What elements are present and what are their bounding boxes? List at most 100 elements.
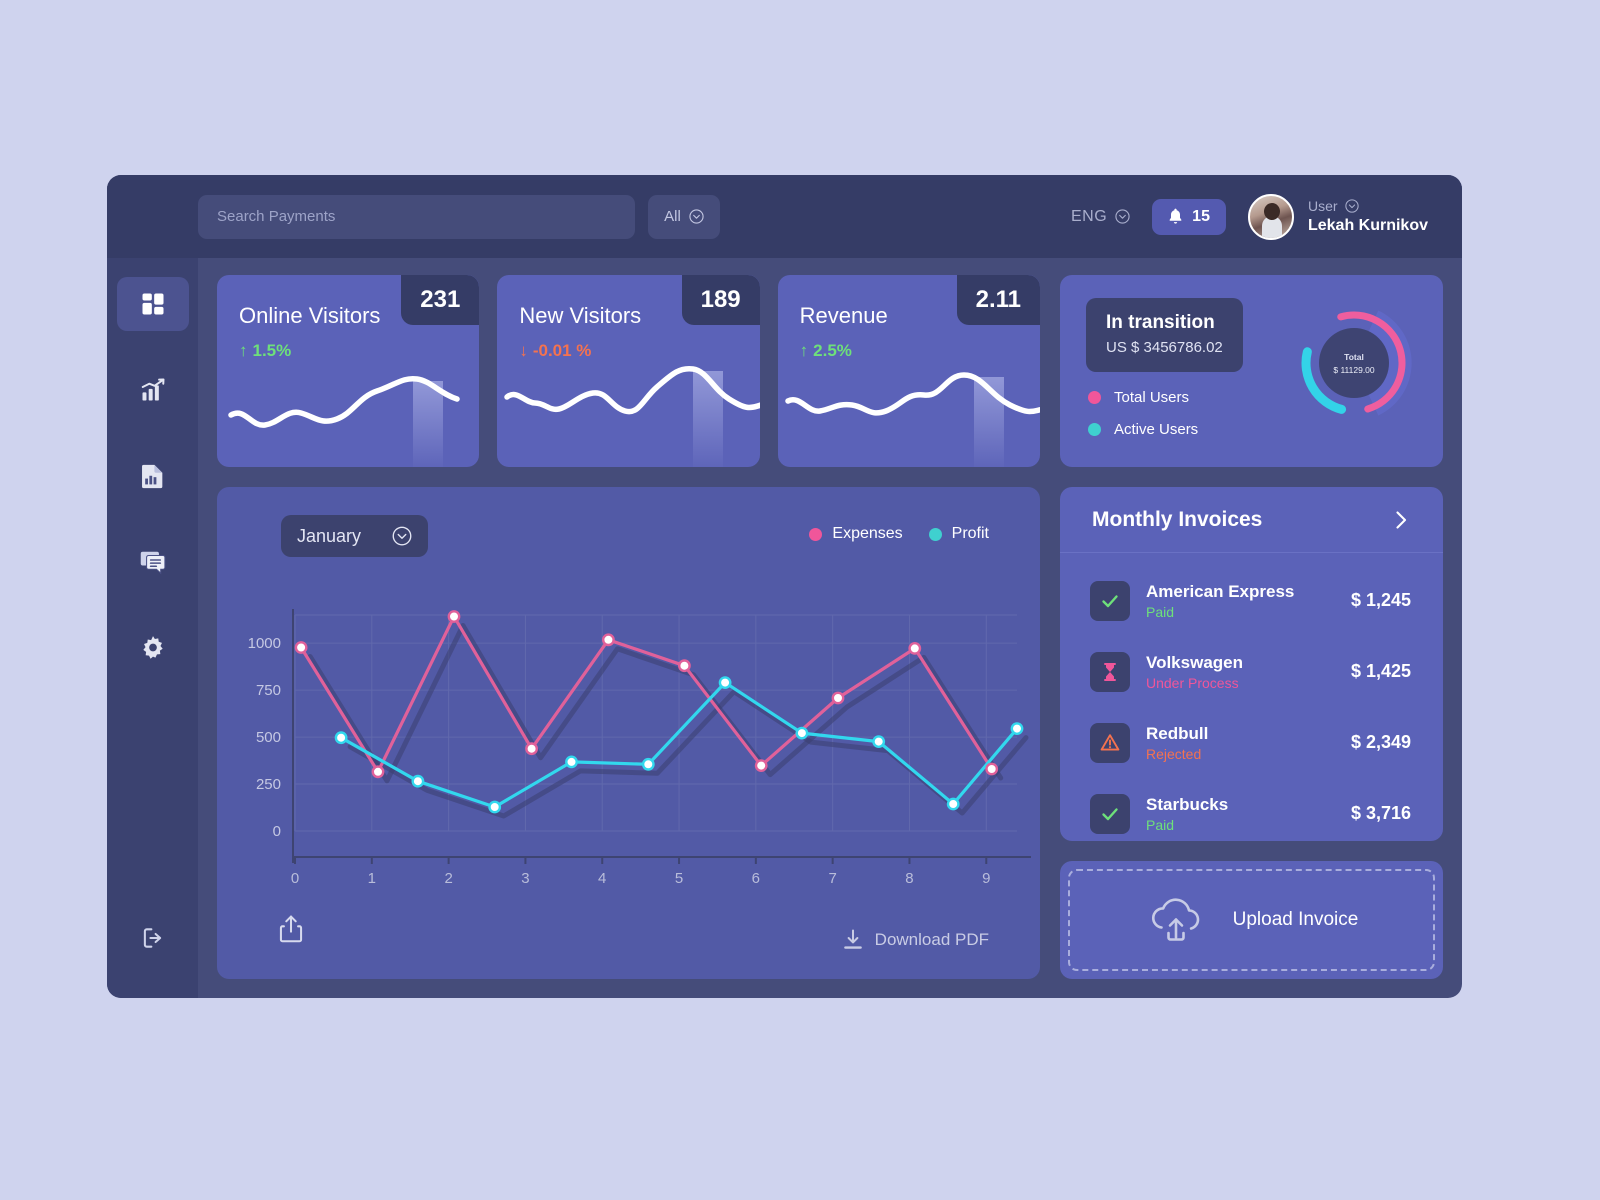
stat-value: 2.11 (956, 275, 1040, 325)
search-input[interactable] (198, 194, 635, 239)
invoice-info: American Express Paid (1146, 581, 1335, 620)
filter-label: All (664, 208, 681, 225)
chart-y-tick-labels: 0 250 500 750 1000 (248, 635, 281, 840)
logout-button[interactable] (117, 914, 189, 962)
chart-x-tick-labels: 0 1 2 3 4 5 6 7 8 9 (291, 870, 991, 887)
data-point[interactable] (795, 726, 809, 740)
chevron-down-icon (689, 209, 704, 224)
invoice-status-icon (1090, 580, 1130, 621)
data-point[interactable] (601, 633, 615, 647)
invoice-row[interactable]: Redbull Rejected $ 2,349 (1090, 707, 1411, 778)
legend-label: Expenses (832, 525, 903, 542)
chart-legend-expenses: Expenses (809, 525, 903, 543)
stat-value: 189 (681, 275, 760, 325)
data-point[interactable] (371, 765, 385, 779)
legend-dot-icon (928, 527, 942, 541)
sparkline-chart (228, 375, 460, 467)
data-point[interactable] (985, 762, 999, 776)
invoice-row[interactable]: American Express Paid $ 1,245 (1090, 565, 1411, 636)
avatar (1247, 193, 1294, 240)
app-body: Online Visitors 231 ↑ 1.5% New Visitors … (107, 258, 1462, 998)
invoice-amount: $ 1,245 (1350, 590, 1411, 610)
main-content: Online Visitors 231 ↑ 1.5% New Visitors … (198, 258, 1462, 998)
y-tick-label: 0 (273, 823, 281, 840)
sidebar-item-messages[interactable] (117, 535, 189, 589)
x-tick-label: 2 (444, 870, 452, 887)
data-point[interactable] (1010, 722, 1024, 736)
hourglass-icon (1104, 662, 1116, 681)
data-point[interactable] (641, 757, 655, 771)
data-point[interactable] (754, 759, 768, 773)
sidebar-item-dashboard[interactable] (116, 277, 189, 331)
data-point[interactable] (677, 659, 691, 673)
data-point[interactable] (411, 774, 425, 788)
notifications-button[interactable]: 15 (1152, 198, 1226, 235)
user-menu[interactable]: User Lekah Kurnikov (1247, 193, 1428, 240)
data-point[interactable] (565, 755, 578, 769)
share-button[interactable] (278, 914, 304, 949)
data-point[interactable] (908, 642, 922, 655)
invoice-status: Rejected (1146, 746, 1202, 763)
upload-invoice-card: Upload Invoice (1060, 861, 1443, 979)
sidebar-item-settings[interactable] (117, 621, 189, 675)
sidebar-item-analytics[interactable] (117, 363, 189, 417)
check-icon (1102, 594, 1118, 607)
sparkline-chart (784, 372, 1040, 467)
data-point[interactable] (525, 742, 538, 756)
legend-label: Total Users (1114, 389, 1190, 406)
download-pdf-button[interactable]: Download PDF (843, 929, 989, 951)
language-label: ENG (1071, 207, 1108, 225)
invoices-title: Monthly Invoices (1092, 507, 1263, 531)
sparkline-chart (504, 365, 760, 467)
data-point[interactable] (334, 731, 348, 745)
stat-card-new-visitors[interactable]: New Visitors 189 ↓ -0.01 % (497, 275, 760, 467)
donut-hub (1319, 328, 1389, 398)
user-name: Lekah Kurnikov (1307, 217, 1428, 234)
invoice-status-icon (1090, 651, 1130, 692)
data-point[interactable] (447, 610, 461, 623)
stat-card-revenue[interactable]: Revenue 2.11 ↑ 2.5% (777, 275, 1040, 467)
sidebar (107, 258, 198, 998)
data-point[interactable] (946, 797, 960, 811)
y-tick-label: 500 (256, 729, 281, 746)
x-tick-label: 5 (675, 870, 683, 887)
invoice-info: Volkswagen Under Process (1146, 652, 1335, 691)
x-tick-label: 3 (521, 870, 529, 887)
x-tick-label: 8 (905, 870, 913, 887)
data-point[interactable] (831, 691, 845, 705)
analytics-chart-icon (141, 378, 164, 401)
language-selector[interactable]: ENG (1071, 208, 1130, 226)
user-role: User (1307, 198, 1338, 214)
stat-card-online-visitors[interactable]: Online Visitors 231 ↑ 1.5% (217, 275, 480, 467)
check-icon (1102, 807, 1118, 820)
sidebar-item-reports[interactable] (117, 449, 189, 503)
donut-chart: Total $ 11129.00 (1301, 310, 1412, 416)
invoice-row[interactable]: Volkswagen Under Process $ 1,425 (1090, 636, 1411, 707)
in-transition-card: In transition US $ 3456786.02 Total User… (1060, 275, 1443, 467)
data-point[interactable] (718, 676, 732, 690)
warning-icon (1100, 733, 1120, 751)
gear-icon (142, 636, 163, 659)
chart-data-points (294, 610, 1024, 814)
filter-dropdown[interactable]: All (648, 194, 720, 239)
invoice-name: Starbucks (1146, 794, 1229, 814)
month-dropdown[interactable]: January (281, 515, 428, 557)
data-point[interactable] (872, 735, 886, 749)
legend-dot-icon (1088, 391, 1101, 404)
invoice-status: Paid (1146, 604, 1175, 621)
header-right: ENG 15 User Lekah Kurnikov (1071, 193, 1428, 240)
x-tick-label: 9 (982, 870, 990, 887)
data-point[interactable] (294, 641, 308, 654)
x-tick-label: 0 (291, 870, 299, 887)
bell-icon (1169, 208, 1182, 224)
data-point[interactable] (488, 800, 502, 814)
invoice-amount: $ 1,425 (1350, 661, 1411, 681)
transition-summary: In transition US $ 3456786.02 (1086, 298, 1243, 372)
chevron-right-icon[interactable] (1391, 509, 1411, 531)
invoice-row[interactable]: Starbucks Paid $ 3,716 (1090, 778, 1411, 841)
upload-dropzone[interactable]: Upload Invoice (1068, 869, 1435, 971)
line-chart-plot: 0 250 500 750 1000 0 1 2 3 4 5 6 7 8 9 (248, 609, 1031, 887)
search-area: All (198, 194, 720, 239)
chart-legend-profit: Profit (928, 525, 989, 543)
chevron-down-icon (1344, 199, 1359, 213)
